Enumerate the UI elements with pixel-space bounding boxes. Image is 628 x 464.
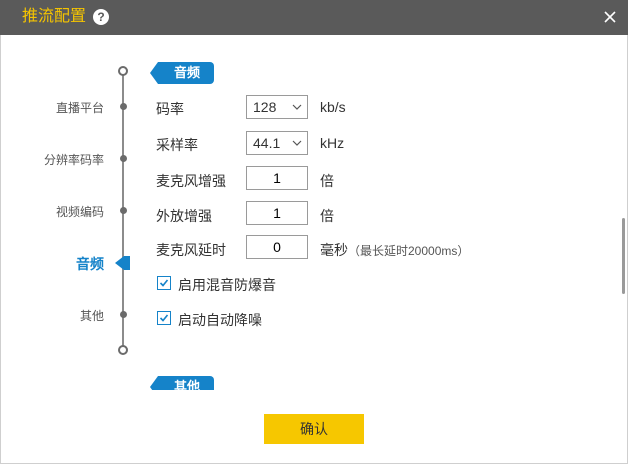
bitrate-value: 128 (253, 99, 277, 115)
nav-dot (120, 207, 127, 214)
close-icon[interactable] (599, 6, 621, 28)
mic-delay-label: 麦克风延时 (156, 242, 226, 258)
other-section-header: 其他 (149, 376, 215, 390)
nav-active-bar (124, 256, 130, 270)
nav-item-video-encoding[interactable]: 视频编码 (56, 203, 104, 220)
noise-reduction-label[interactable]: 启动自动降噪 (178, 310, 262, 330)
nav-item-audio[interactable]: 音频 (76, 254, 104, 274)
speaker-gain-label: 外放增强 (156, 208, 212, 224)
mic-delay-unit: 毫秒（最长延时20000ms） (320, 240, 469, 260)
bitrate-unit: kb/s (320, 99, 346, 115)
mic-gain-unit: 倍 (320, 173, 334, 189)
speaker-gain-input[interactable] (246, 201, 308, 225)
checkmark-icon (159, 314, 169, 322)
mic-delay-note: （最长延时20000ms） (348, 244, 470, 258)
sample-rate-unit: kHz (320, 135, 345, 151)
anti-pop-checkbox[interactable] (157, 276, 171, 290)
checkmark-icon (159, 279, 169, 287)
nav-item-other[interactable]: 其他 (80, 307, 104, 324)
nav-item-live-platform[interactable]: 直播平台 (56, 99, 104, 116)
mic-gain-input[interactable] (246, 166, 308, 190)
window-title: 推流配置 (22, 8, 87, 25)
chevron-down-icon (292, 140, 302, 146)
nav-start-node (118, 66, 128, 76)
sample-rate-value: 44.1 (253, 135, 281, 151)
nav-active-marker (115, 256, 124, 270)
mic-delay-input[interactable] (246, 235, 308, 259)
bitrate-label: 码率 (156, 101, 184, 117)
mic-delay-unit-text: 毫秒 (320, 242, 348, 258)
scrollbar-thumb[interactable] (622, 218, 625, 294)
help-icon[interactable]: ? (93, 9, 109, 25)
confirm-button[interactable]: 确认 (264, 414, 364, 444)
chevron-down-icon (292, 104, 302, 110)
nav-end-node (118, 345, 128, 355)
bitrate-select[interactable]: 128 (246, 95, 308, 119)
speaker-gain-unit: 倍 (320, 208, 334, 224)
nav-dot (120, 155, 127, 162)
anti-pop-label[interactable]: 启用混音防爆音 (178, 275, 276, 295)
noise-reduction-checkbox[interactable] (157, 311, 171, 325)
mic-gain-label: 麦克风增强 (156, 173, 226, 189)
sample-rate-label: 采样率 (156, 137, 198, 153)
title-bar: 推流配置 ? (0, 0, 628, 35)
nav-dot (120, 311, 127, 318)
scroll-viewport-edge: 其他 (140, 360, 610, 390)
nav-item-resolution-bitrate[interactable]: 分辨率码率 (44, 151, 104, 168)
audio-section-header: 音频 (149, 62, 215, 84)
sample-rate-select[interactable]: 44.1 (246, 131, 308, 155)
nav-dot (120, 103, 127, 110)
